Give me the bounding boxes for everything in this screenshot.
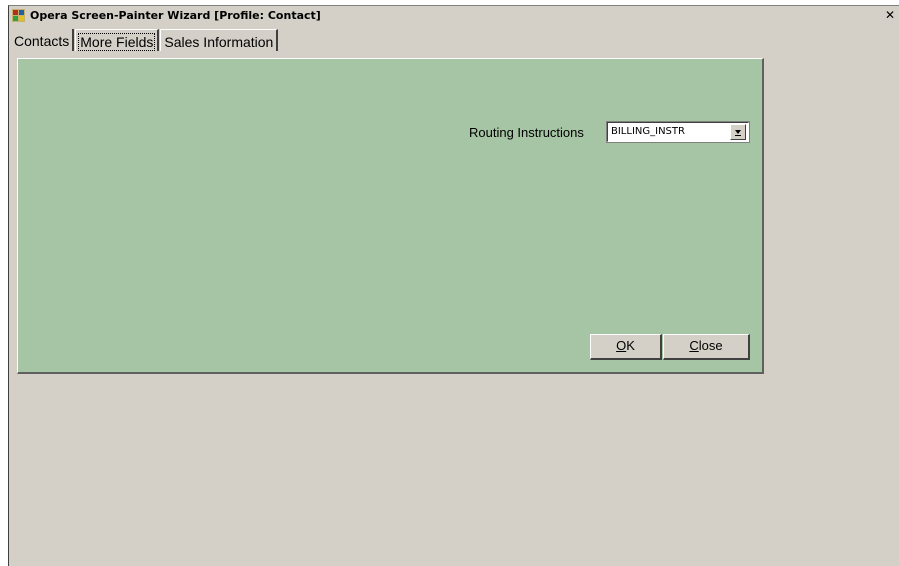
dropdown-arrow-button[interactable]	[730, 124, 746, 140]
tab-more-fields-label: More Fields	[78, 33, 156, 51]
close-label-rest: lose	[698, 338, 723, 353]
tab-sales-information[interactable]: Sales Information	[160, 29, 279, 51]
ok-mnemonic: O	[616, 338, 627, 353]
title-bar[interactable]: Opera Screen-Painter Wizard [Profile: Co…	[9, 6, 899, 26]
routing-instructions-dropdown[interactable]: BILLING_INSTR	[606, 121, 750, 143]
close-icon[interactable]: ✕	[883, 8, 897, 22]
ok-label-rest: K	[626, 338, 635, 353]
close-mnemonic: C	[689, 338, 699, 353]
tab-contacts-label: Contacts	[14, 33, 70, 49]
close-button[interactable]: Close	[663, 334, 750, 360]
app-icon	[12, 9, 25, 22]
more-fields-panel: Routing Instructions BILLING_INSTR OK Cl…	[17, 58, 764, 374]
routing-instructions-value: BILLING_INSTR	[611, 126, 685, 137]
tab-contacts[interactable]: Contacts	[11, 29, 75, 51]
tab-sales-information-label: Sales Information	[164, 34, 274, 50]
tab-strip: Contacts More Fields Sales Information	[11, 29, 279, 53]
ok-button[interactable]: OK	[590, 334, 662, 360]
routing-instructions-label: Routing Instructions	[469, 125, 584, 140]
tab-more-fields[interactable]: More Fields	[75, 29, 160, 51]
window-title: Opera Screen-Painter Wizard [Profile: Co…	[30, 9, 321, 22]
dropdown-arrow-icon	[735, 130, 741, 136]
wizard-window: Opera Screen-Painter Wizard [Profile: Co…	[8, 5, 899, 566]
